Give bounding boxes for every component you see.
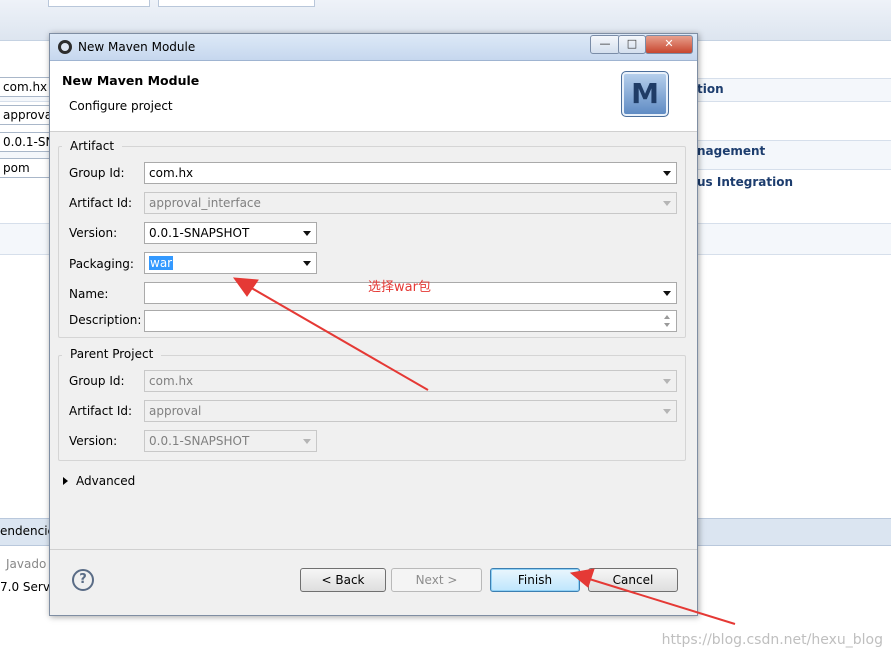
background-heading[interactable]: us Integration — [697, 175, 793, 189]
version-combo[interactable]: 0.0.1-SNAPSHOT — [144, 222, 317, 244]
chevron-down-icon[interactable] — [303, 261, 311, 266]
parent-version-value: 0.0.1-SNAPSHOT — [149, 434, 250, 448]
back-button[interactable]: < Back — [300, 568, 386, 592]
advanced-toggle[interactable]: Advanced — [63, 474, 135, 488]
parent-section-title: Parent Project — [62, 347, 162, 361]
artifact-id-label: Artifact Id: — [69, 196, 133, 210]
close-button[interactable]: ✕ — [645, 35, 693, 54]
group-id-value: com.hx — [149, 166, 194, 180]
footer-separator — [50, 549, 697, 550]
name-label: Name: — [69, 287, 109, 301]
packaging-label: Packaging: — [69, 257, 134, 271]
background-group-id-field[interactable]: com.hx — [0, 77, 50, 97]
maximize-button[interactable]: □ — [618, 35, 646, 54]
dialog-titlebar[interactable]: New Maven Module — □ ✕ — [50, 34, 697, 61]
chevron-down-icon — [663, 379, 671, 384]
group-id-combo[interactable]: com.hx — [144, 162, 677, 184]
scroll-spinner[interactable] — [662, 313, 674, 329]
chevron-right-icon[interactable] — [63, 476, 68, 485]
eclipse-icon — [58, 40, 72, 54]
background-tab[interactable] — [158, 0, 315, 7]
new-maven-module-dialog: New Maven Module — □ ✕ New Maven Module … — [49, 33, 698, 616]
dialog-header: New Maven Module Configure project M — [50, 61, 697, 132]
annotation-text: 选择war包 — [368, 280, 431, 295]
minimize-button[interactable]: — — [590, 35, 620, 54]
parent-version-combo: 0.0.1-SNAPSHOT — [144, 430, 317, 452]
background-artifact-id-field[interactable]: approva — [0, 105, 50, 125]
description-label: Description: — [69, 313, 142, 327]
parent-group-id-value: com.hx — [149, 374, 194, 388]
help-icon[interactable]: ? — [72, 569, 94, 591]
background-tab[interactable] — [48, 0, 150, 7]
description-textarea[interactable] — [144, 310, 677, 332]
version-label: Version: — [69, 226, 118, 240]
parent-artifact-id-label: Artifact Id: — [69, 404, 133, 418]
next-button: Next > — [391, 568, 482, 592]
page-subtitle: Configure project — [69, 99, 173, 113]
background-version-field[interactable]: 0.0.1-SN — [0, 132, 50, 152]
chevron-down-icon[interactable] — [663, 291, 671, 296]
advanced-label: Advanced — [76, 474, 136, 488]
watermark: https://blog.csdn.net/hexu_blog — [661, 632, 883, 648]
chevron-down-icon[interactable] — [303, 231, 311, 236]
version-value: 0.0.1-SNAPSHOT — [149, 226, 250, 240]
artifact-section-title: Artifact — [62, 139, 123, 153]
parent-group-id-combo: com.hx — [144, 370, 677, 392]
chevron-down-icon — [663, 201, 671, 206]
maven-logo-icon: M — [621, 71, 669, 117]
chevron-down-icon[interactable] — [664, 323, 670, 327]
parent-artifact-id-combo: approval — [144, 400, 677, 422]
chevron-up-icon[interactable] — [664, 315, 670, 319]
maximize-icon: □ — [626, 37, 638, 50]
dialog-window-title: New Maven Module — [78, 40, 196, 54]
parent-artifact-id-value: approval — [149, 404, 202, 418]
finish-button[interactable]: Finish — [490, 568, 580, 592]
background-packaging-field[interactable]: pom — [0, 158, 50, 178]
chevron-down-icon[interactable] — [663, 171, 671, 176]
minimize-icon: — — [599, 37, 611, 50]
chevron-down-icon — [303, 439, 311, 444]
group-id-label: Group Id: — [69, 166, 125, 180]
artifact-id-combo: approval_interface — [144, 192, 677, 214]
parent-group-id-label: Group Id: — [69, 374, 125, 388]
close-icon: ✕ — [664, 37, 674, 50]
background-heading[interactable]: tion — [697, 82, 724, 96]
background-heading[interactable]: nagement — [697, 144, 765, 158]
parent-version-label: Version: — [69, 434, 118, 448]
artifact-id-value: approval_interface — [149, 196, 261, 210]
cancel-button[interactable]: Cancel — [588, 568, 678, 592]
packaging-value: war — [149, 256, 174, 270]
background-javadoc-label: Javado — [6, 557, 47, 571]
packaging-combo[interactable]: war — [144, 252, 317, 274]
page-title: New Maven Module — [62, 73, 200, 88]
chevron-down-icon — [663, 409, 671, 414]
